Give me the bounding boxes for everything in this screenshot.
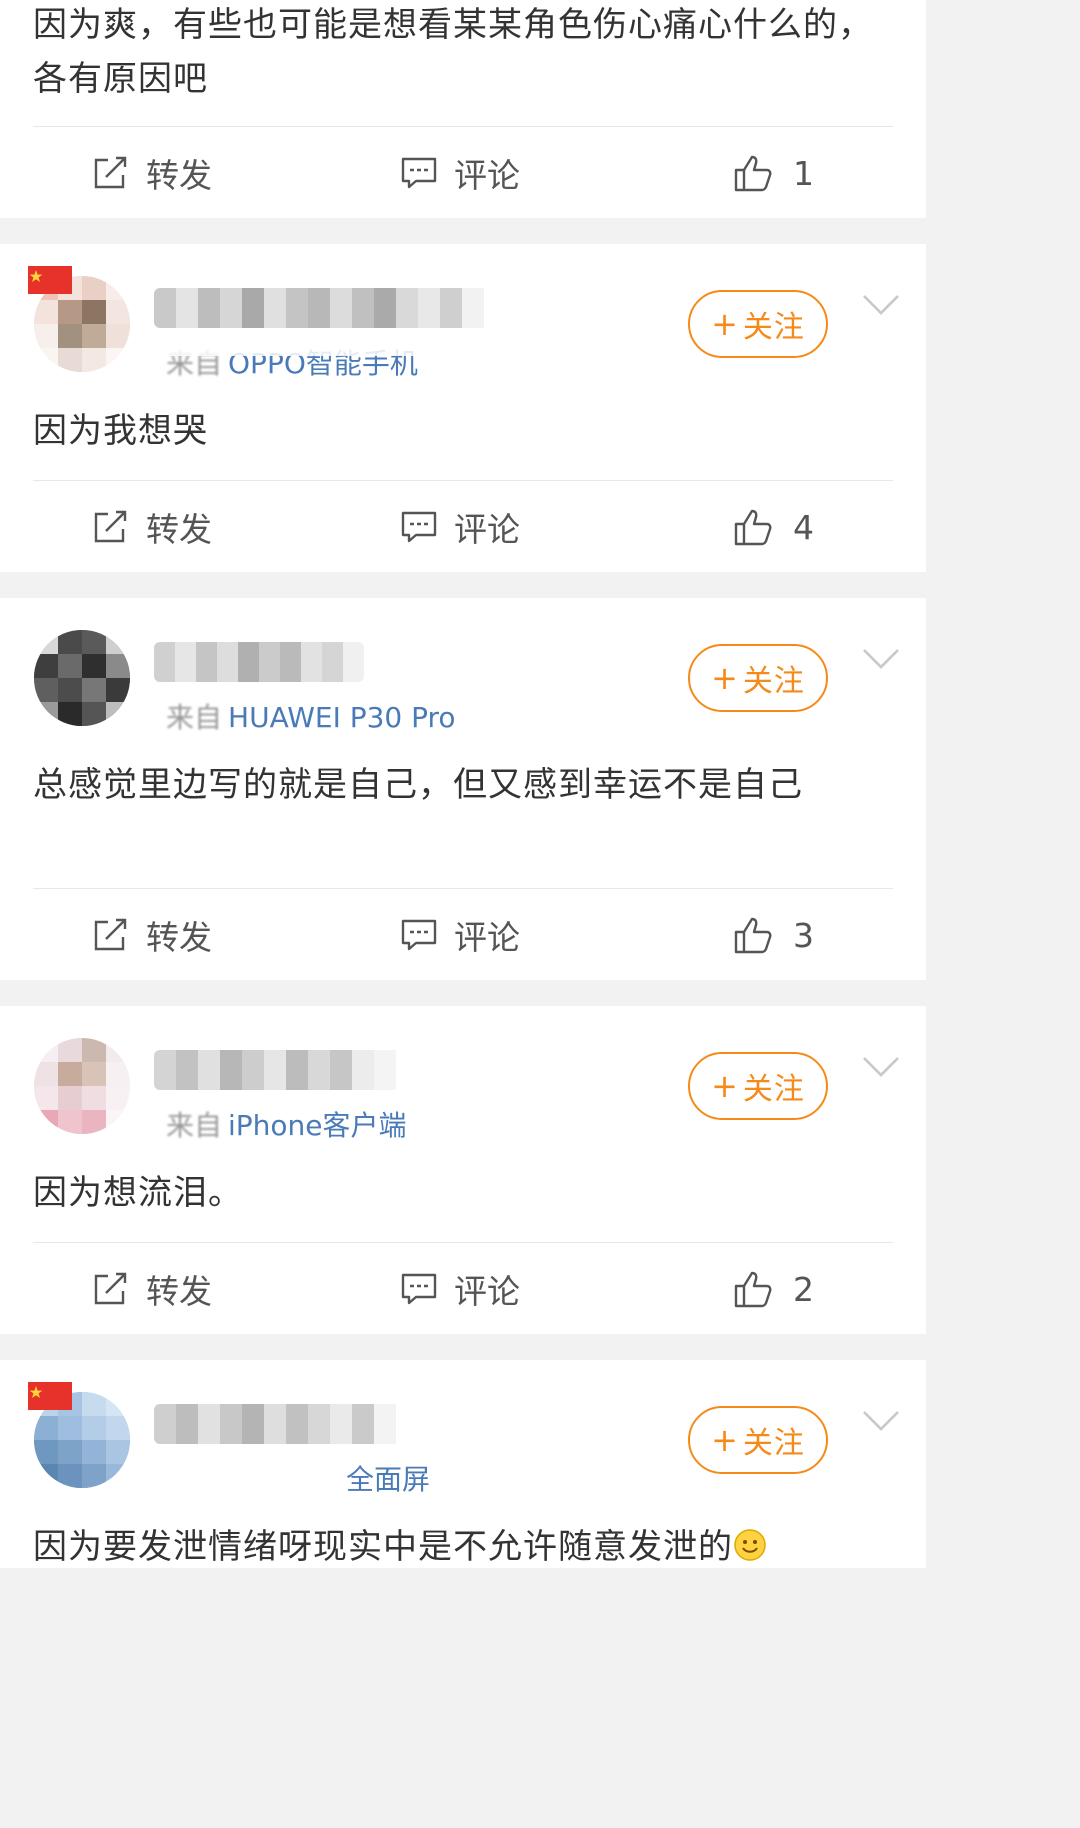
- post-content: 总感觉里边写的就是自己，但又感到幸运不是自己: [33, 765, 803, 805]
- source-prefix: 来自: [166, 701, 223, 734]
- username-blurred[interactable]: [154, 642, 364, 682]
- china-flag-icon: [28, 1382, 72, 1410]
- repost-label: 转发: [146, 1272, 212, 1311]
- follow-button[interactable]: + 关注: [688, 290, 828, 358]
- post-source: 来自 iPhone客户端: [166, 1104, 407, 1144]
- action-bar: 转发 评论 2: [0, 1244, 926, 1334]
- like-count: 2: [793, 1269, 814, 1309]
- action-bar: 转发 评论 4: [0, 482, 926, 572]
- comment-label: 评论: [454, 156, 520, 195]
- divider: [33, 480, 893, 481]
- comment-button[interactable]: 评论: [400, 128, 520, 218]
- follow-label: 关注: [742, 1426, 805, 1461]
- comment-icon: [401, 157, 437, 189]
- comment-icon: [401, 1273, 437, 1305]
- source-app[interactable]: iPhone客户端: [228, 1109, 407, 1142]
- divider: [33, 1242, 893, 1243]
- action-bar: 转发 评论 1: [0, 128, 926, 218]
- thumbs-up-icon: [734, 155, 772, 192]
- thumbs-up-icon: [734, 917, 772, 954]
- china-flag-icon: [28, 266, 72, 294]
- like-count: 1: [793, 153, 814, 193]
- repost-button[interactable]: 转发: [92, 128, 212, 218]
- edit-share-icon: [94, 156, 127, 189]
- post-header: 来自 iPhone客户端 + 关注: [0, 1006, 926, 1156]
- plus-icon: +: [711, 305, 739, 343]
- follow-button[interactable]: + 关注: [688, 1052, 828, 1120]
- avatar[interactable]: [34, 1038, 130, 1134]
- smile-emoji-icon: [734, 1529, 766, 1561]
- like-count: 4: [793, 507, 814, 547]
- comment-label: 评论: [454, 918, 520, 957]
- chevron-down-icon[interactable]: [862, 1056, 900, 1078]
- divider: [33, 888, 893, 889]
- post-header: 来自 OPPO智能手机 + 关注: [0, 244, 926, 394]
- plus-icon: +: [711, 659, 739, 697]
- post-source: 来自 HUAWEI P30 Pro: [166, 696, 456, 736]
- like-button[interactable]: 1: [733, 128, 814, 218]
- edit-share-icon: [94, 510, 127, 543]
- like-count: 3: [793, 915, 814, 955]
- post-content: 因为我想哭: [33, 411, 208, 451]
- follow-label: 关注: [742, 1072, 805, 1107]
- chevron-down-icon[interactable]: [862, 294, 900, 316]
- edit-share-icon: [94, 1272, 127, 1305]
- plus-icon: +: [711, 1067, 739, 1105]
- thumbs-up-icon: [734, 509, 772, 546]
- chevron-down-icon[interactable]: [862, 648, 900, 670]
- username-blurred[interactable]: [154, 1050, 404, 1090]
- avatar[interactable]: [34, 630, 130, 726]
- comment-button[interactable]: 评论: [400, 1244, 520, 1334]
- plus-icon: +: [711, 1421, 739, 1459]
- edit-share-icon: [94, 918, 127, 951]
- repost-label: 转发: [146, 156, 212, 195]
- username-blurred[interactable]: [154, 1404, 404, 1444]
- comment-button[interactable]: 评论: [400, 890, 520, 980]
- source-prefix: 来自: [166, 1109, 223, 1142]
- chevron-down-icon[interactable]: [862, 1410, 900, 1432]
- post-card: 来自 OPPO智能手机 + 关注 因为我想哭 转发 评论 4: [0, 244, 926, 572]
- repost-label: 转发: [146, 510, 212, 549]
- post-card: 来自 HUAWEI P30 Pro + 关注 总感觉里边写的就是自己，但又感到幸运不…: [0, 598, 926, 980]
- action-bar: 转发 评论 3: [0, 890, 926, 980]
- source-app[interactable]: 全面屏: [346, 1463, 430, 1496]
- comment-button[interactable]: 评论: [400, 482, 520, 572]
- thumbs-up-icon: [734, 1271, 772, 1308]
- follow-button[interactable]: + 关注: [688, 644, 828, 712]
- divider: [33, 126, 893, 127]
- comment-label: 评论: [454, 510, 520, 549]
- follow-label: 关注: [742, 664, 805, 699]
- username-blurred[interactable]: [154, 288, 494, 328]
- post-card: 来自 iPhone客户端 + 关注 因为想流泪。 转发 评论 2: [0, 1006, 926, 1334]
- post-content: 因为想流泪。: [33, 1173, 243, 1213]
- post-card: 全面屏 + 关注 因为要发泄情绪呀现实中是不允许随意发泄的: [0, 1360, 926, 1568]
- post-content: 因为要发泄情绪呀现实中是不允许随意发泄的: [33, 1520, 886, 1574]
- repost-button[interactable]: 转发: [92, 1244, 212, 1334]
- follow-button[interactable]: + 关注: [688, 1406, 828, 1474]
- comment-icon: [401, 511, 437, 543]
- post-card: 因为爽，有些也可能是想看某某角色伤心痛心什么的，各有原因吧 转发 评论 1: [0, 0, 926, 218]
- post-header: 全面屏 + 关注: [0, 1360, 926, 1510]
- comment-label: 评论: [454, 1272, 520, 1311]
- repost-button[interactable]: 转发: [92, 482, 212, 572]
- post-content-text: 因为要发泄情绪呀现实中是不允许随意发泄的: [33, 1527, 733, 1567]
- post-source: 全面屏: [340, 1458, 430, 1498]
- source-app[interactable]: HUAWEI P30 Pro: [228, 701, 456, 734]
- repost-label: 转发: [146, 918, 212, 957]
- like-button[interactable]: 2: [733, 1244, 814, 1334]
- repost-button[interactable]: 转发: [92, 890, 212, 980]
- like-button[interactable]: 3: [733, 890, 814, 980]
- post-content: 因为爽，有些也可能是想看某某角色伤心痛心什么的，各有原因吧: [33, 5, 873, 99]
- comment-icon: [401, 919, 437, 951]
- follow-label: 关注: [742, 310, 805, 345]
- post-header: 来自 HUAWEI P30 Pro + 关注: [0, 598, 926, 748]
- like-button[interactable]: 4: [733, 482, 814, 572]
